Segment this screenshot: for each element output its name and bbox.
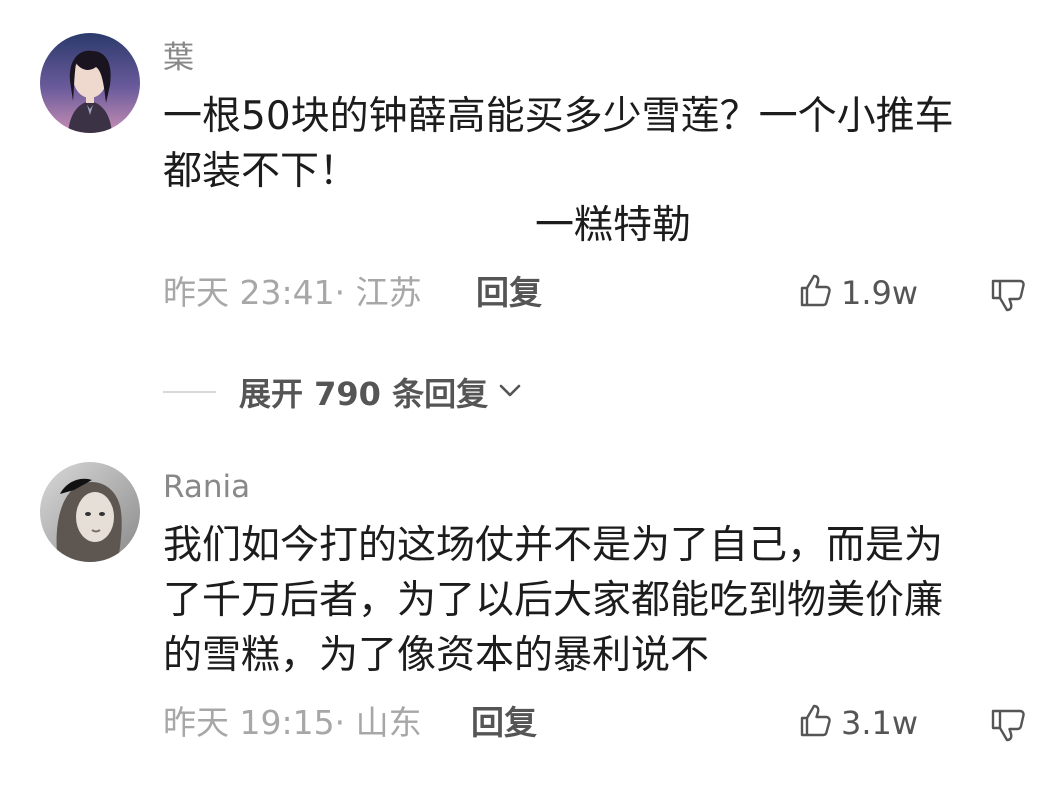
comment-meta: 昨天 19:15· 山东 [163, 703, 422, 742]
dislike-button[interactable] [988, 705, 1028, 745]
avatar[interactable] [40, 462, 140, 562]
avatar-portrait-image [40, 462, 140, 562]
comment-text: 我们如今打的这场仗并不是为了自己，而是为 了千万后者，为了以后大家都能吃到物美价… [163, 518, 1023, 683]
username[interactable]: Rania [163, 469, 250, 505]
comment-2: Rania 我们如今打的这场仗并不是为了自己，而是为 了千万后者，为了以后大家都… [0, 0, 1055, 786]
thumbs-up-icon [795, 701, 835, 745]
thumbs-down-icon [988, 709, 1028, 749]
comment-text-line: 的雪糕，为了像资本的暴利说不 [163, 633, 710, 678]
like-count: 3.1w [841, 704, 919, 742]
reply-button[interactable]: 回复 [471, 703, 537, 743]
comment-text-line: 了千万后者，为了以后大家都能吃到物美价廉 [163, 578, 944, 623]
like-button[interactable]: 3.1w [795, 703, 918, 743]
comment-text-line: 我们如今打的这场仗并不是为了自己，而是为 [163, 523, 944, 568]
